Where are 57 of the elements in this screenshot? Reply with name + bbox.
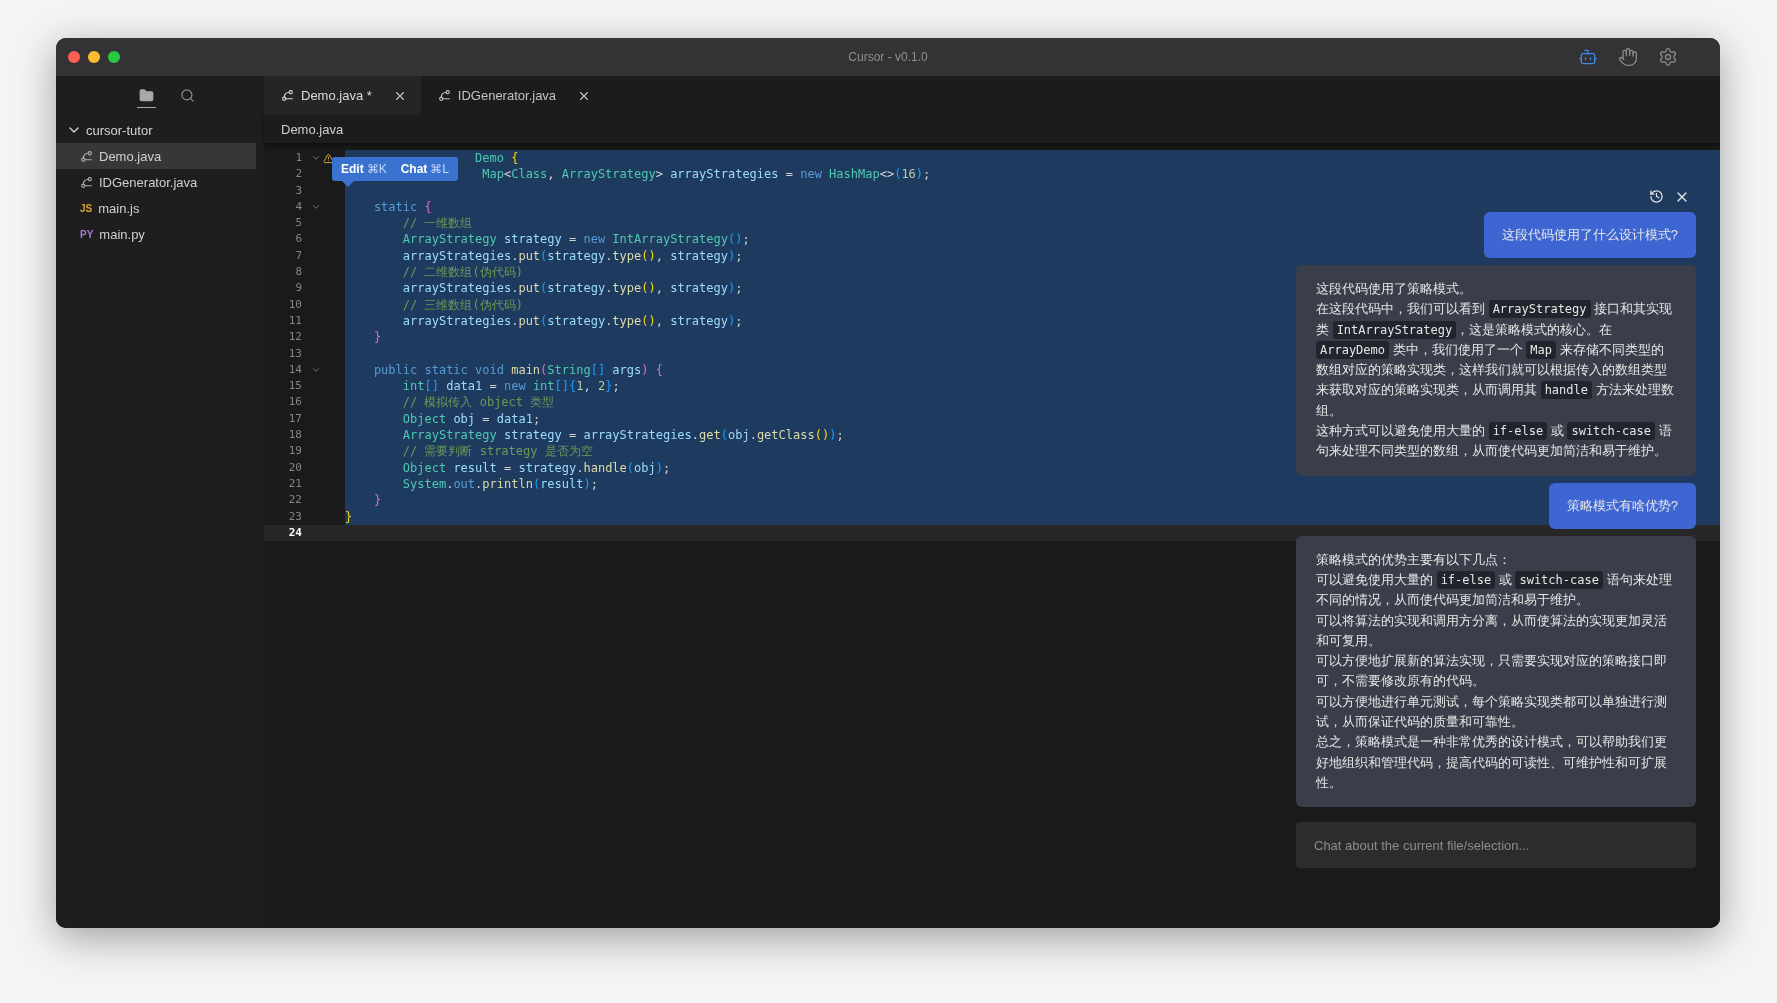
file-item[interactable]: PY main.py: [56, 221, 256, 247]
branch-icon: [437, 89, 451, 102]
settings-icon[interactable]: [1658, 47, 1678, 67]
line-number: 1: [294, 150, 302, 166]
line-number: 4: [294, 198, 302, 215]
line-number: 19: [287, 443, 302, 460]
line-number: 9: [294, 280, 302, 297]
file-tab[interactable]: IDGenerator.java: [420, 76, 606, 115]
line-number: 14: [287, 361, 302, 378]
message-text: 这段代码使用了策略模式。: [1316, 280, 1473, 298]
line-number: 17: [287, 410, 302, 427]
fold-icon[interactable]: [311, 365, 321, 375]
hand-icon[interactable]: [1618, 47, 1638, 67]
warning-icon: [322, 152, 334, 164]
line-number: 23: [287, 508, 302, 525]
file-type-label: PY: [80, 228, 94, 240]
line-number: 6: [294, 231, 302, 248]
file-tab[interactable]: Demo.java *: [264, 76, 421, 115]
minimize-window-button[interactable]: [88, 51, 100, 63]
robot-icon[interactable]: [1578, 47, 1598, 67]
line-number: 3: [294, 182, 302, 199]
line-number: 8: [294, 264, 302, 281]
file-item[interactable]: IDGenerator.java: [56, 169, 256, 195]
line-number: 22: [287, 492, 302, 509]
folder-item[interactable]: cursor-tutor: [56, 117, 264, 143]
file-item[interactable]: JS main.js: [56, 195, 256, 221]
line-number: 5: [294, 215, 302, 232]
message-text: 可以避免使用大量的 if-else 或 switch-case 语句来处理不同的情况，从而使代码更加简洁和易于维护。: [1316, 569, 1673, 610]
message-text: 总之，策略模式是一种非常优秀的设计模式，可以帮助我们更好地组织和管理代码，提高代码的可读性、可维护性和可扩展性。: [1316, 733, 1668, 792]
message-text: 可以将算法的实现和调用方分离，从而使算法的实现更加灵活和可复用。: [1316, 611, 1668, 650]
history-icon[interactable]: [1649, 189, 1664, 205]
line-number: 18: [287, 427, 302, 444]
line-number: 24: [287, 524, 302, 541]
chat-input-field[interactable]: Chat about the current file/selection...: [1296, 822, 1696, 869]
branch-icon: [80, 149, 93, 163]
line-number: 15: [287, 378, 302, 395]
line-number: 10: [287, 296, 302, 313]
line-number: 16: [287, 394, 302, 411]
line-number: 11: [287, 312, 302, 329]
branch-icon: [281, 89, 294, 102]
branch-icon: [80, 175, 93, 189]
line-number: 12: [287, 329, 302, 346]
message-text: 可以方便地进行单元测试，每个策略实现类都可以单独进行测试，从而保证代码的质量和可靠性。: [1316, 692, 1668, 732]
window-title: Cursor - v0.1.0: [848, 50, 928, 64]
breadcrumb[interactable]: Demo.java: [281, 121, 344, 137]
line-number: 2: [294, 166, 302, 183]
maximize-window-button[interactable]: [108, 51, 120, 63]
message-text: 可以方便地扩展新的算法实现，只需要实现对应的策略接口即可，不需要修改原有的代码。: [1316, 652, 1668, 691]
close-window-button[interactable]: [68, 51, 80, 63]
file-item[interactable]: Demo.java: [56, 143, 256, 169]
file-type-label: JS: [80, 202, 93, 214]
line-number: 21: [287, 475, 302, 492]
code-editor[interactable]: [264, 143, 1720, 928]
line-number: 13: [287, 345, 302, 362]
line-number: 7: [294, 247, 302, 264]
message-text: 策略模式的优势主要有以下几点：: [1316, 550, 1512, 569]
line-number: 20: [287, 459, 302, 476]
